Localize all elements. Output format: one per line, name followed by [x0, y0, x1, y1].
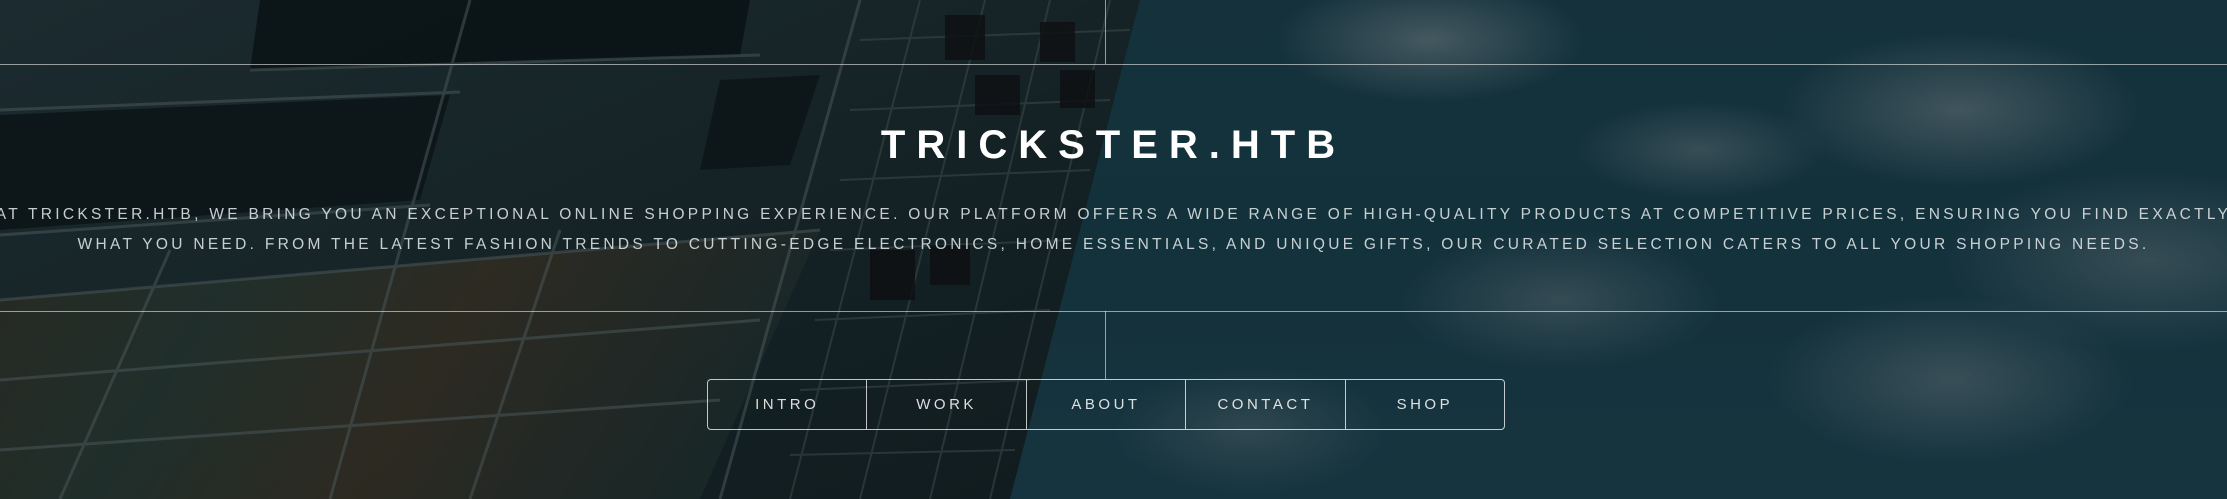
connector-line-top	[1105, 0, 1106, 64]
nav-item-work[interactable]: WORK	[866, 380, 1025, 429]
connector-line-bottom	[1105, 311, 1106, 379]
main-nav: INTRO WORK ABOUT CONTACT SHOP	[707, 379, 1505, 430]
page: TRICKSTER.HTB AT TRICKSTER.HTB, WE BRING…	[0, 0, 2227, 499]
nav-item-contact[interactable]: CONTACT	[1185, 380, 1344, 429]
nav-item-intro[interactable]: INTRO	[708, 380, 866, 429]
site-title: TRICKSTER.HTB	[880, 123, 1347, 167]
nav-item-shop[interactable]: SHOP	[1344, 380, 1504, 429]
intro-paragraph: AT TRICKSTER.HTB, WE BRING YOU AN EXCEPT…	[0, 206, 2227, 253]
nav-item-about[interactable]: ABOUT	[1025, 380, 1185, 429]
header-bottom-border	[0, 311, 2227, 312]
header-content: TRICKSTER.HTB AT TRICKSTER.HTB, WE BRING…	[0, 65, 2227, 311]
